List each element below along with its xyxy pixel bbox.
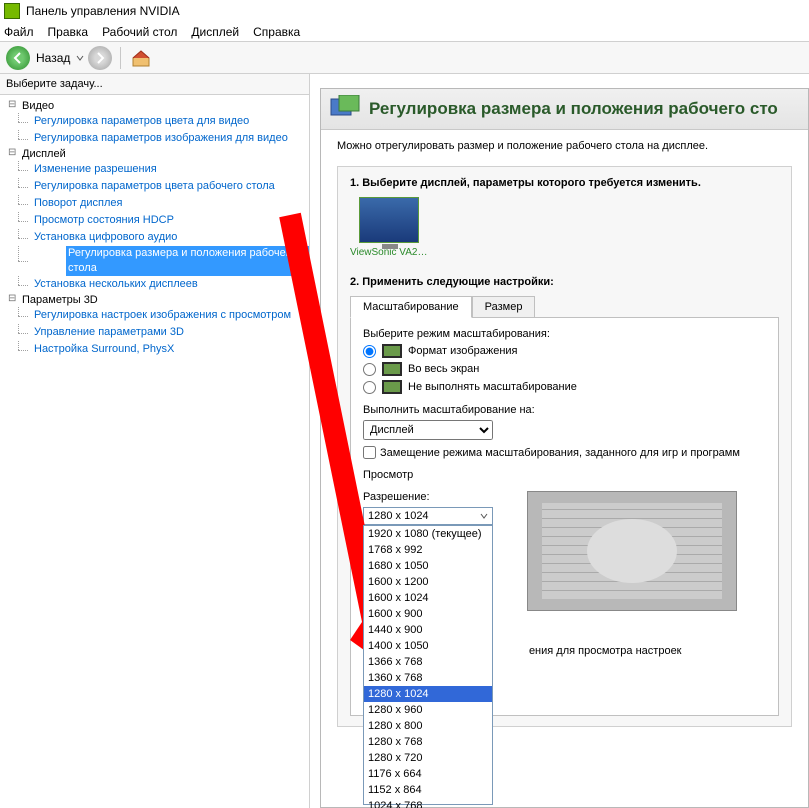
- scale-on-label: Выполнить масштабирование на:: [363, 404, 766, 416]
- resolution-dropdown[interactable]: 1920 x 1080 (текущее)1768 x 9921680 x 10…: [363, 525, 493, 805]
- tree-item[interactable]: Регулировка параметров цвета для видео: [0, 113, 309, 130]
- task-header: Выберите задачу...: [0, 74, 309, 95]
- tree-item[interactable]: Регулировка параметров изображения для в…: [0, 130, 309, 147]
- tree-group-3d[interactable]: Параметры 3D: [0, 293, 309, 307]
- resolution-option[interactable]: 1152 x 864: [364, 782, 492, 798]
- scale-on-select[interactable]: Дисплей: [363, 420, 493, 440]
- fullscreen-icon: [382, 362, 402, 376]
- noscale-icon: [382, 380, 402, 394]
- tree-item[interactable]: Настройка Surround, PhysX: [0, 341, 309, 358]
- tree-group-video[interactable]: Видео: [0, 99, 309, 113]
- back-label: Назад: [36, 51, 70, 65]
- resolution-option[interactable]: 1600 x 1200: [364, 574, 492, 590]
- resolution-option[interactable]: 1400 x 1050: [364, 638, 492, 654]
- radio-fullscreen-label: Во весь экран: [408, 363, 479, 375]
- window-title: Панель управления NVIDIA: [26, 4, 180, 18]
- home-button[interactable]: [129, 46, 153, 70]
- resolution-option[interactable]: 1176 x 664: [364, 766, 492, 782]
- override-checkbox[interactable]: [363, 446, 376, 459]
- panel-intro: Можно отрегулировать размер и положение …: [337, 140, 792, 152]
- preview-label: Просмотр: [363, 469, 766, 481]
- resolution-option[interactable]: 1280 x 1024: [364, 686, 492, 702]
- radio-noscale[interactable]: [363, 381, 376, 394]
- chevron-down-icon: [480, 512, 488, 520]
- resolution-option[interactable]: 1360 x 768: [364, 670, 492, 686]
- menu-help[interactable]: Справка: [253, 25, 300, 39]
- step1-label: 1. Выберите дисплей, параметры которого …: [350, 177, 779, 189]
- radio-noscale-label: Не выполнять масштабирование: [408, 381, 577, 393]
- panel-title: Регулировка размера и положения рабочего…: [369, 99, 778, 119]
- tree-item-selected[interactable]: Регулировка размера и положения рабочего…: [66, 246, 309, 276]
- panel-icon: [329, 95, 361, 123]
- resolution-option[interactable]: 1024 x 768: [364, 798, 492, 808]
- resolution-option[interactable]: 1680 x 1050: [364, 558, 492, 574]
- resolution-option[interactable]: 1280 x 720: [364, 750, 492, 766]
- tree-item[interactable]: Установка цифрового аудио: [0, 229, 309, 246]
- tab-scaling[interactable]: Масштабирование: [350, 296, 472, 318]
- display-item[interactable]: ViewSonic VA2…: [350, 197, 427, 258]
- scale-mode-label: Выберите режим масштабирования:: [363, 328, 766, 340]
- tree-item[interactable]: Изменение разрешения: [0, 161, 309, 178]
- tree-item[interactable]: Установка нескольких дисплеев: [0, 276, 309, 293]
- resolution-label: Разрешение:: [363, 491, 503, 503]
- resolution-option[interactable]: 1280 x 768: [364, 734, 492, 750]
- resolution-option[interactable]: 1600 x 1024: [364, 590, 492, 606]
- radio-aspect-label: Формат изображения: [408, 345, 518, 357]
- resolution-select[interactable]: 1280 x 1024: [363, 507, 493, 525]
- menu-desktop[interactable]: Рабочий стол: [102, 25, 177, 39]
- nav-tree: Видео Регулировка параметров цвета для в…: [0, 95, 309, 362]
- menubar: Файл Правка Рабочий стол Дисплей Справка: [0, 22, 809, 42]
- resolution-value: 1280 x 1024: [368, 510, 429, 522]
- tree-item[interactable]: Регулировка параметров цвета рабочего ст…: [0, 178, 309, 195]
- override-label: Замещение режима масштабирования, заданн…: [380, 447, 740, 459]
- back-button[interactable]: [6, 46, 30, 70]
- resolution-option[interactable]: 1600 x 900: [364, 606, 492, 622]
- preview-image: [527, 491, 737, 611]
- menu-edit[interactable]: Правка: [48, 25, 89, 39]
- toolbar: Назад: [0, 42, 809, 74]
- resolution-option[interactable]: 1280 x 960: [364, 702, 492, 718]
- monitor-icon: [359, 197, 419, 243]
- tree-group-display[interactable]: Дисплей: [0, 147, 309, 161]
- resolution-option[interactable]: 1920 x 1080 (текущее): [364, 526, 492, 542]
- step2-label: 2. Применить следующие настройки:: [350, 276, 779, 288]
- resolution-option[interactable]: 1366 x 768: [364, 654, 492, 670]
- menu-display[interactable]: Дисплей: [191, 25, 239, 39]
- resolution-option[interactable]: 1768 x 992: [364, 542, 492, 558]
- nvidia-icon: [4, 3, 20, 19]
- chevron-down-icon[interactable]: [76, 54, 84, 62]
- forward-button[interactable]: [88, 46, 112, 70]
- resolution-option[interactable]: 1440 x 900: [364, 622, 492, 638]
- tree-item[interactable]: Поворот дисплея: [0, 195, 309, 212]
- tree-item[interactable]: Просмотр состояния HDCP: [0, 212, 309, 229]
- tree-item[interactable]: Регулировка настроек изображения с просм…: [0, 307, 309, 324]
- menu-file[interactable]: Файл: [4, 25, 34, 39]
- tree-item[interactable]: Управление параметрами 3D: [0, 324, 309, 341]
- radio-fullscreen[interactable]: [363, 363, 376, 376]
- resolution-option[interactable]: 1280 x 800: [364, 718, 492, 734]
- tab-size[interactable]: Размер: [472, 296, 536, 318]
- radio-aspect[interactable]: [363, 345, 376, 358]
- aspect-icon: [382, 344, 402, 358]
- toolbar-separator: [120, 47, 121, 69]
